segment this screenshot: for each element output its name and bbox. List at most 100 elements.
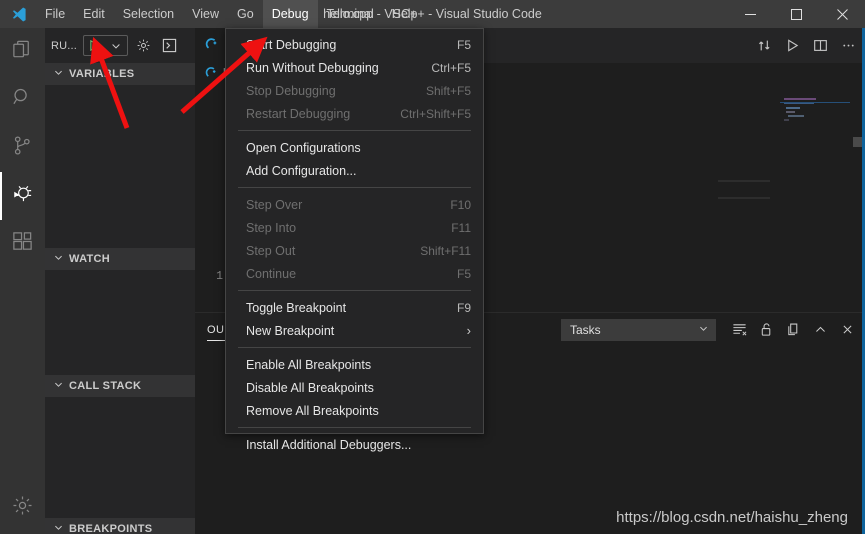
sidebar-item-search[interactable] bbox=[0, 76, 45, 124]
menu-item-new-breakpoint[interactable]: New Breakpoint › bbox=[226, 319, 483, 342]
chevron-down-icon[interactable] bbox=[105, 36, 127, 55]
menu-debug[interactable]: Debug bbox=[262, 0, 318, 28]
menu-item-label: Step Out bbox=[246, 243, 296, 258]
menu-item-shortcut: F9 bbox=[456, 300, 471, 315]
sidebar-item-run-and-debug[interactable] bbox=[0, 172, 45, 220]
configure-debug-gear-icon[interactable] bbox=[132, 35, 154, 57]
section-breakpoints[interactable]: BREAKPOINTS bbox=[45, 518, 195, 534]
clear-output-icon[interactable] bbox=[727, 318, 751, 342]
section-label: WATCH bbox=[69, 253, 111, 265]
chevron-down-icon bbox=[53, 522, 64, 534]
extensions-icon bbox=[11, 230, 34, 258]
menu-item-enable-all-breakpoints[interactable]: Enable All Breakpoints bbox=[226, 353, 483, 376]
minimize-button[interactable] bbox=[727, 0, 773, 28]
sidebar-title: RU... bbox=[51, 39, 78, 52]
chevron-up-icon[interactable] bbox=[808, 318, 832, 342]
new-window-icon[interactable] bbox=[781, 318, 805, 342]
window-controls bbox=[727, 0, 865, 28]
menu-item-shortcut: Ctrl+F5 bbox=[431, 60, 471, 75]
debug-toolbar: RU... bbox=[45, 28, 195, 63]
menu-file[interactable]: File bbox=[36, 0, 74, 28]
manage-settings-button[interactable] bbox=[0, 482, 45, 534]
menu-item-add-configuration[interactable]: Add Configuration... bbox=[226, 159, 483, 182]
menu-separator bbox=[238, 347, 471, 348]
menu-item-label: Step Over bbox=[246, 197, 303, 212]
menu-item-label: Continue bbox=[246, 266, 297, 281]
menu-separator bbox=[238, 187, 471, 188]
vscode-logo-icon bbox=[0, 0, 36, 28]
menu-view[interactable]: View bbox=[183, 0, 228, 28]
menu-item-continue: Continue F5 bbox=[226, 262, 483, 285]
menu-item-shortcut: Ctrl+Shift+F5 bbox=[400, 106, 471, 121]
chevron-down-icon bbox=[53, 379, 64, 393]
play-icon[interactable] bbox=[84, 36, 105, 55]
menu-bar: File Edit Selection View Go Debug Termin… bbox=[36, 0, 427, 28]
output-channel-value: Tasks bbox=[570, 322, 601, 337]
cpp-file-icon bbox=[205, 37, 219, 54]
section-label: VARIABLES bbox=[69, 68, 135, 80]
menu-item-step-into: Step Into F11 bbox=[226, 216, 483, 239]
menu-item-shortcut: Shift+F5 bbox=[425, 83, 471, 98]
menu-item-shortcut: Shift+F11 bbox=[420, 243, 471, 258]
watermark-text: https://blog.csdn.net/haishu_zheng bbox=[616, 509, 848, 526]
menu-separator bbox=[238, 290, 471, 291]
menu-item-shortcut: F11 bbox=[451, 220, 471, 235]
sidebar-item-extensions[interactable] bbox=[0, 220, 45, 268]
ellipsis-icon[interactable] bbox=[835, 33, 861, 59]
menu-item-shortcut: F10 bbox=[450, 197, 471, 212]
menu-help[interactable]: Help bbox=[383, 0, 427, 28]
menu-item-label: Restart Debugging bbox=[246, 106, 351, 121]
menu-edit[interactable]: Edit bbox=[74, 0, 114, 28]
section-variables[interactable]: VARIABLES bbox=[45, 63, 195, 85]
vscode-window: File Edit Selection View Go Debug Termin… bbox=[0, 0, 865, 534]
editor-actions bbox=[751, 28, 861, 63]
chevron-down-icon bbox=[698, 323, 709, 337]
chevron-down-icon bbox=[53, 67, 64, 81]
close-button[interactable] bbox=[819, 0, 865, 28]
chevron-down-icon bbox=[53, 252, 64, 266]
compare-changes-icon[interactable] bbox=[751, 33, 777, 59]
run-and-debug-sidebar: RU... VARIABLES WATCH CALL STACK BREAKPO… bbox=[45, 28, 195, 534]
menu-item-stop-debugging: Stop Debugging Shift+F5 bbox=[226, 79, 483, 102]
run-code-play-icon[interactable] bbox=[779, 33, 805, 59]
menu-item-toggle-breakpoint[interactable]: Toggle Breakpoint F9 bbox=[226, 296, 483, 319]
source-control-icon bbox=[11, 134, 34, 162]
chevron-right-icon: › bbox=[466, 323, 471, 338]
split-editor-icon[interactable] bbox=[807, 33, 833, 59]
debug-icon bbox=[11, 182, 34, 210]
gear-icon bbox=[11, 494, 34, 522]
menu-item-restart-debugging: Restart Debugging Ctrl+Shift+F5 bbox=[226, 102, 483, 125]
section-watch[interactable]: WATCH bbox=[45, 248, 195, 270]
menu-item-start-debugging[interactable]: Start Debugging F5 bbox=[226, 33, 483, 56]
files-icon bbox=[11, 38, 34, 66]
menu-item-install-additional-debuggers[interactable]: Install Additional Debuggers... bbox=[226, 433, 483, 456]
menu-terminal[interactable]: Terminal bbox=[318, 0, 383, 28]
open-debug-console-icon[interactable] bbox=[158, 35, 180, 57]
section-label: CALL STACK bbox=[69, 380, 142, 392]
menu-item-open-configurations[interactable]: Open Configurations bbox=[226, 136, 483, 159]
menu-item-label: Step Into bbox=[246, 220, 297, 235]
close-panel-icon[interactable] bbox=[835, 318, 859, 342]
menu-item-run-without-debugging[interactable]: Run Without Debugging Ctrl+F5 bbox=[226, 56, 483, 79]
menu-separator bbox=[238, 427, 471, 428]
menu-item-label: Enable All Breakpoints bbox=[246, 357, 372, 372]
menu-separator bbox=[238, 130, 471, 131]
panel-actions: Tasks bbox=[561, 312, 859, 347]
menu-item-step-out: Step Out Shift+F11 bbox=[226, 239, 483, 262]
menu-item-disable-all-breakpoints[interactable]: Disable All Breakpoints bbox=[226, 376, 483, 399]
menu-item-label: Run Without Debugging bbox=[246, 60, 379, 75]
start-debugging-control[interactable] bbox=[83, 35, 129, 56]
maximize-button[interactable] bbox=[773, 0, 819, 28]
minimap[interactable] bbox=[718, 85, 850, 340]
section-call-stack[interactable]: CALL STACK bbox=[45, 375, 195, 397]
menu-item-label: Open Configurations bbox=[246, 140, 361, 155]
sidebar-item-source-control[interactable] bbox=[0, 124, 45, 172]
unlock-icon[interactable] bbox=[754, 318, 778, 342]
menu-go[interactable]: Go bbox=[228, 0, 263, 28]
sidebar-item-explorer[interactable] bbox=[0, 28, 45, 76]
menu-item-remove-all-breakpoints[interactable]: Remove All Breakpoints bbox=[226, 399, 483, 422]
output-channel-select[interactable]: Tasks bbox=[561, 318, 716, 341]
menu-selection[interactable]: Selection bbox=[114, 0, 183, 28]
debug-menu-dropdown: Start Debugging F5 Run Without Debugging Ct… bbox=[225, 28, 484, 452]
menu-item-label: Install Additional Debuggers... bbox=[246, 437, 412, 452]
